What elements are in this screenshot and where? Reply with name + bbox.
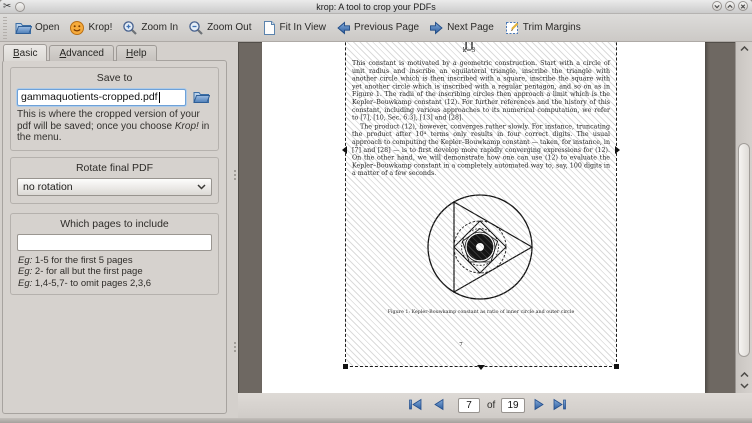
fit-in-view-label: Fit In View	[280, 22, 327, 33]
open-label: Open	[35, 22, 59, 33]
sidebar: Basic Advanced Help Save to gammaquotien…	[0, 42, 232, 423]
title-bar[interactable]: krop: A tool to crop your PDFs ✂	[0, 0, 752, 14]
pages-input[interactable]	[17, 234, 212, 251]
first-page-button[interactable]	[408, 398, 423, 416]
smiley-icon	[69, 20, 85, 36]
trim-margins-icon	[504, 20, 520, 36]
pages-group: Which pages to include Eg: 1-5 for the f…	[10, 213, 219, 296]
pdf-viewer[interactable]: ∏k=3√k This constant is motivated by a g…	[238, 42, 752, 393]
save-help-text: This is where the cropped version of you…	[17, 109, 212, 144]
browse-file-button[interactable]	[190, 88, 212, 106]
next-page-label: Next Page	[447, 22, 494, 33]
example-line: Eg: 1,4-5,7- to omit pages 2,3,6	[18, 278, 212, 290]
next-page-button[interactable]: Next Page	[425, 19, 500, 37]
basic-tab-pane: Save to gammaquotients-cropped.pdf	[2, 60, 227, 414]
zoom-out-label: Zoom Out	[207, 22, 251, 33]
save-filename-input[interactable]: gammaquotients-cropped.pdf	[17, 89, 186, 106]
close-button[interactable]	[738, 1, 748, 11]
previous-page-nav-button[interactable]	[432, 398, 445, 416]
previous-page-button[interactable]: Previous Page	[332, 19, 425, 37]
close-icon	[739, 2, 747, 11]
tab-basic[interactable]: Basic	[3, 44, 47, 61]
zoom-in-label: Zoom In	[141, 22, 178, 33]
pages-examples: Eg: 1-5 for the first 5 pages Eg: 2- for…	[18, 255, 212, 290]
window-menu-button[interactable]	[15, 2, 25, 12]
fit-in-view-icon	[262, 20, 277, 36]
open-button[interactable]: Open	[11, 18, 65, 37]
rotation-select[interactable]: no rotation	[17, 178, 212, 196]
chevron-up-icon	[740, 46, 749, 52]
maximize-button[interactable]	[725, 1, 735, 11]
toolbar-drag-handle[interactable]	[3, 17, 7, 39]
rotate-group: Rotate final PDF no rotation	[10, 157, 219, 204]
krop-label: Krop!	[88, 22, 112, 33]
app-window: krop: A tool to crop your PDFs ✂ Open	[0, 0, 752, 423]
example-line: Eg: 2- for all but the first page	[18, 266, 212, 278]
scroll-up-button[interactable]	[739, 45, 750, 53]
go-last-icon	[552, 398, 567, 411]
last-page-button[interactable]	[552, 398, 567, 416]
toolbar: Open Krop! Zoom In Zoom Ou	[0, 14, 752, 42]
zoom-in-icon	[122, 20, 138, 36]
tab-advanced[interactable]: Advanced	[49, 45, 113, 61]
minimize-button[interactable]	[712, 1, 722, 11]
save-to-title: Save to	[15, 71, 214, 87]
trim-margins-label: Trim Margins	[523, 22, 581, 33]
window-bottom-edge	[0, 418, 752, 423]
scissors-icon: ✂	[3, 2, 11, 12]
chevron-up-icon	[740, 372, 749, 378]
pdf-page: ∏k=3√k This constant is motivated by a g…	[262, 42, 705, 393]
scrollbar-thumb[interactable]	[738, 143, 750, 357]
zoom-out-icon	[188, 20, 204, 36]
folder-open-icon	[15, 20, 32, 35]
next-page-nav-button[interactable]	[533, 398, 546, 416]
pages-title: Which pages to include	[15, 217, 214, 233]
folder-icon	[193, 90, 210, 104]
arrow-left-icon	[336, 21, 351, 35]
go-first-icon	[408, 398, 423, 411]
total-pages-field[interactable]: 19	[501, 398, 525, 413]
current-page-field[interactable]: 7	[458, 398, 480, 413]
page-of-label: of	[487, 400, 495, 411]
window-title: krop: A tool to crop your PDFs	[0, 2, 752, 12]
arrow-left-icon	[432, 398, 445, 411]
selection-handle-right[interactable]	[615, 146, 620, 154]
arrow-right-icon	[533, 398, 546, 411]
fit-in-view-button[interactable]: Fit In View	[258, 18, 333, 38]
chevron-down-icon	[713, 2, 721, 11]
chevron-down-icon	[740, 383, 749, 389]
example-line: Eg: 1-5 for the first 5 pages	[18, 255, 212, 267]
trim-margins-button[interactable]: Trim Margins	[500, 18, 587, 38]
selection-handle-bottom[interactable]	[477, 365, 485, 370]
scroll-down-button[interactable]	[739, 382, 750, 390]
arrow-right-icon	[429, 21, 444, 35]
tab-bar: Basic Advanced Help	[0, 42, 232, 61]
crop-selection[interactable]	[345, 42, 617, 367]
zoom-out-button[interactable]: Zoom Out	[184, 18, 257, 38]
rotate-title: Rotate final PDF	[15, 161, 214, 177]
tab-help[interactable]: Help	[116, 45, 157, 61]
zoom-in-button[interactable]: Zoom In	[118, 18, 184, 38]
chevron-up-icon	[726, 2, 734, 11]
previous-page-label: Previous Page	[354, 22, 419, 33]
selection-handle-bottom-right[interactable]	[614, 364, 619, 369]
text-cursor	[159, 92, 160, 103]
scroll-up-button-bottom[interactable]	[739, 371, 750, 379]
krop-button[interactable]: Krop!	[65, 18, 118, 38]
save-to-group: Save to gammaquotients-cropped.pdf	[10, 67, 219, 151]
selection-handle-left[interactable]	[342, 146, 347, 154]
vertical-scrollbar[interactable]	[735, 42, 752, 393]
chevron-down-icon	[197, 184, 206, 190]
selection-handle-bottom-left[interactable]	[343, 364, 348, 369]
